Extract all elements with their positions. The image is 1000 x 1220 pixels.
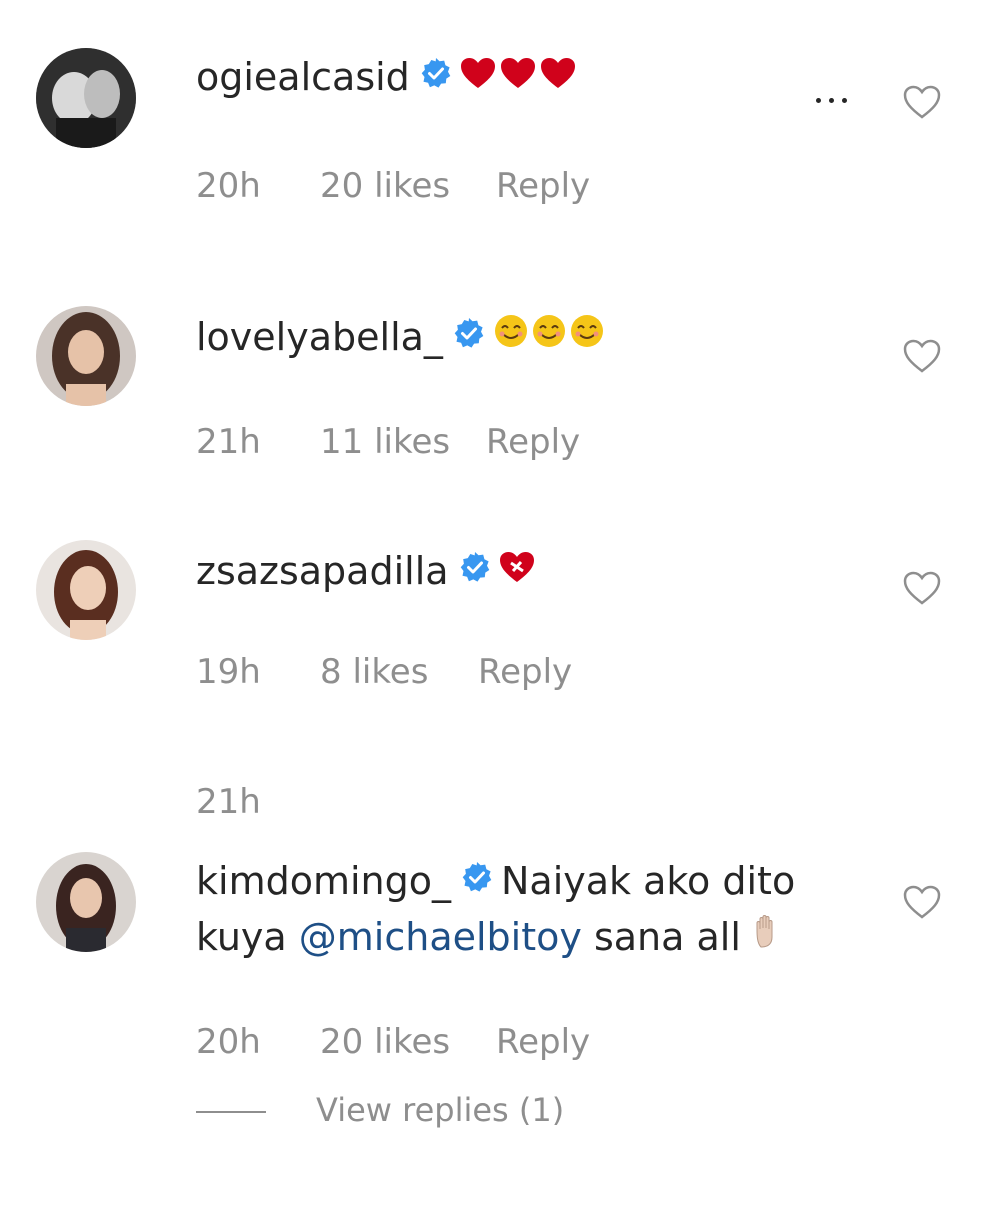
red-heart-icon (500, 51, 536, 101)
comment-text: kuya (196, 915, 299, 959)
timestamp[interactable]: 20h (196, 164, 320, 208)
timestamp[interactable]: 19h (196, 650, 320, 694)
smiling-face-icon (493, 311, 529, 361)
mending-heart-icon (499, 545, 535, 595)
reply-button[interactable]: Reply (486, 420, 580, 464)
smiling-face-icon (569, 311, 605, 361)
likes-count[interactable]: 11 likes (320, 420, 486, 464)
verified-badge-icon (459, 545, 491, 595)
username[interactable]: zsazsapadilla (196, 549, 449, 593)
avatar[interactable] (36, 540, 136, 640)
heart-outline-icon[interactable] (902, 338, 942, 374)
comment-line: ogiealcasid (196, 52, 576, 105)
avatar[interactable] (36, 48, 136, 148)
heart-outline-icon[interactable] (902, 570, 942, 606)
likes-count[interactable]: 8 likes (320, 650, 478, 694)
red-heart-icon (460, 51, 496, 101)
mention-link[interactable]: @michaelbitoy (299, 915, 582, 959)
comment-text: Naiyak ako dito (500, 859, 796, 903)
verified-badge-icon (453, 311, 485, 361)
username[interactable]: kimdomingo_ (196, 859, 451, 903)
reply-button[interactable]: Reply (478, 650, 572, 694)
divider (196, 1111, 266, 1113)
likes-count[interactable]: 20 likes (320, 164, 496, 208)
avatar[interactable] (36, 306, 136, 406)
timestamp[interactable]: 21h (196, 420, 320, 464)
comment-line-2: kuya @michaelbitoy sana all (196, 912, 785, 965)
comment-text: sana all (581, 915, 741, 959)
heart-outline-icon[interactable] (902, 84, 942, 120)
comment-line: lovelyabella_ (196, 312, 605, 365)
comment-meta: 19h 8 likes Reply (196, 650, 572, 694)
reply-button[interactable]: Reply (496, 164, 590, 208)
smiling-face-icon (531, 311, 567, 361)
reply-button[interactable]: Reply (496, 1020, 590, 1064)
comment-meta: 20h 20 likes Reply (196, 164, 590, 208)
heart-outline-icon[interactable] (902, 884, 942, 920)
username[interactable]: lovelyabella_ (196, 315, 443, 359)
more-options-icon[interactable] (816, 84, 866, 104)
comment-meta: 20h 20 likes Reply (196, 1020, 590, 1064)
timestamp[interactable]: 20h (196, 1020, 320, 1064)
verified-badge-icon (420, 51, 452, 101)
comment-line: kimdomingo_ Naiyak ako dito (196, 856, 795, 909)
comment-meta: 21h 11 likes Reply (196, 420, 580, 464)
username[interactable]: ogiealcasid (196, 55, 410, 99)
verified-badge-icon (461, 855, 493, 905)
view-replies-label: View replies (1) (316, 1091, 565, 1129)
comment-line: zsazsapadilla (196, 546, 535, 599)
red-heart-icon (540, 51, 576, 101)
likes-count[interactable]: 20 likes (320, 1020, 496, 1064)
timestamp[interactable]: 21h (196, 780, 261, 824)
view-replies-button[interactable]: View replies (1) (196, 1090, 564, 1130)
avatar[interactable] (36, 852, 136, 952)
raised-hand-icon (753, 911, 785, 961)
